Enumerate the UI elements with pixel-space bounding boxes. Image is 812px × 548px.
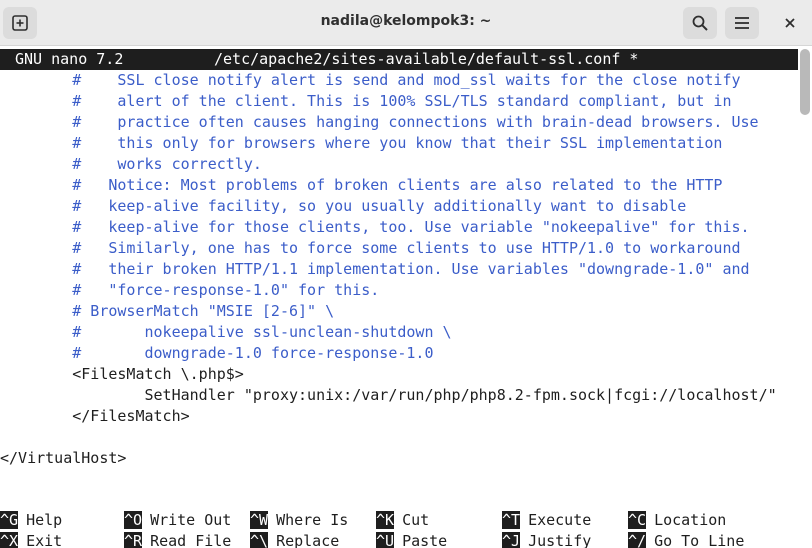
shortcut-label: Where Is [276, 511, 349, 529]
shortcut-label: Exit [26, 532, 63, 548]
shortcut-key: ^O [124, 511, 143, 529]
nano-version: GNU nano 7.2 [15, 50, 124, 68]
code-line: # downgrade-1.0 force-response-1.0 [0, 344, 434, 362]
search-button[interactable] [683, 7, 717, 39]
shortcut-label: Write Out [150, 511, 232, 529]
code-line: # keep-alive for those clients, too. Use… [0, 218, 750, 236]
close-icon [785, 18, 795, 28]
new-tab-icon [12, 15, 28, 31]
terminal-view[interactable]: GNU nano 7.2 /etc/apache2/sites-availabl… [0, 46, 812, 548]
scrollbar-thumb[interactable] [800, 49, 810, 115]
shortcut-label: Execute [528, 511, 592, 529]
code-line: # Notice: Most problems of broken client… [0, 176, 723, 194]
shortcut-label: Replace [276, 532, 340, 548]
shortcut-key: ^J [502, 532, 521, 548]
shortcut-go-to-line[interactable]: ^/ Go To Line [628, 531, 744, 548]
code-line: # works correctly. [0, 155, 262, 173]
shortcut-location[interactable]: ^C Location [628, 510, 726, 531]
shortcut-exit[interactable]: ^X Exit [0, 531, 62, 548]
code-line: # Similarly, one has to force some clien… [0, 239, 741, 257]
hamburger-menu-icon [735, 17, 749, 29]
shortcut-label: Paste [402, 532, 448, 548]
code-line: </FilesMatch> [0, 407, 190, 425]
shortcut-key: ^G [0, 511, 19, 529]
nano-shortcut-bar: ^G Help ^O Write Out ^W Where Is ^K Cut ^T Ex… [0, 510, 812, 548]
nano-titlebar: GNU nano 7.2 /etc/apache2/sites-availabl… [0, 49, 798, 70]
shortcut-justify[interactable]: ^J Justify [502, 531, 591, 548]
shortcut-write-out[interactable]: ^O Write Out [124, 510, 231, 531]
shortcut-key: ^R [124, 532, 143, 548]
shortcut-key: ^X [0, 532, 19, 548]
shortcut-key: ^W [250, 511, 269, 529]
code-line: # nokeepalive ssl-unclean-shutdown \ [0, 323, 452, 341]
code-line: # BrowserMatch "MSIE [2-6]" \ [0, 302, 335, 320]
code-line: <FilesMatch \.php$> [0, 365, 244, 383]
code-line: # SSL close notify alert is send and mod… [0, 71, 741, 89]
shortcut-read-file[interactable]: ^R Read File [124, 531, 231, 548]
shortcut-label: Read File [150, 532, 232, 548]
shortcut-label: Go To Line [654, 532, 745, 548]
code-line: </VirtualHost> [0, 449, 127, 467]
code-line: # alert of the client. This is 100% SSL/… [0, 92, 732, 110]
editor-buffer[interactable]: # SSL close notify alert is send and mod… [0, 70, 777, 469]
code-line: # keep-alive facility, so you usually ad… [0, 197, 687, 215]
shortcut-key: ^C [628, 511, 647, 529]
shortcut-replace[interactable]: ^\ Replace [250, 531, 339, 548]
shortcut-key: ^T [502, 511, 521, 529]
shortcut-execute[interactable]: ^T Execute [502, 510, 591, 531]
shortcut-label: Location [654, 511, 727, 529]
close-window-button[interactable] [773, 7, 807, 39]
nano-file-path: /etc/apache2/sites-available/default-ssl… [214, 50, 639, 68]
code-line: # practice often causes hanging connecti… [0, 113, 759, 131]
shortcut-where-is[interactable]: ^W Where Is [250, 510, 348, 531]
shortcut-help[interactable]: ^G Help [0, 510, 62, 531]
shortcut-label: Justify [528, 532, 592, 548]
main-menu-button[interactable] [725, 7, 759, 39]
shortcut-label: Help [26, 511, 63, 529]
code-line: # their broken HTTP/1.1 implementation. … [0, 260, 750, 278]
shortcut-key: ^U [376, 532, 395, 548]
shortcut-key: ^K [376, 511, 395, 529]
shortcut-paste[interactable]: ^U Paste [376, 531, 447, 548]
shortcut-cut[interactable]: ^K Cut [376, 510, 429, 531]
code-line: SetHandler "proxy:unix:/var/run/php/php8… [0, 386, 777, 404]
shortcut-key: ^\ [250, 532, 269, 548]
code-line: # this only for browsers where you know … [0, 134, 723, 152]
code-line: # "force-response-1.0" for this. [0, 281, 380, 299]
search-icon [692, 15, 708, 31]
new-tab-button[interactable] [3, 7, 37, 39]
shortcut-label: Cut [402, 511, 430, 529]
shortcut-key: ^/ [628, 532, 647, 548]
window-headerbar: nadila@kelompok3: ~ [0, 0, 812, 46]
